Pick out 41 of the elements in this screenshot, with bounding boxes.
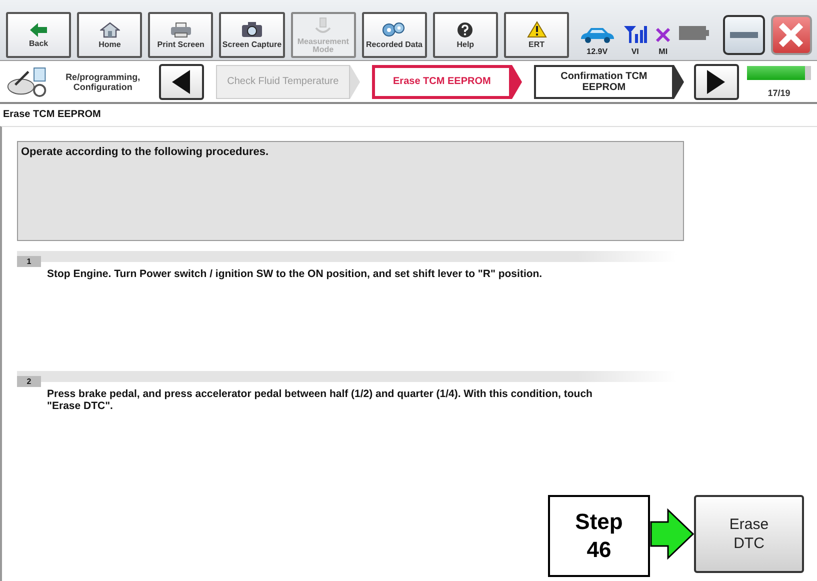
section-title: Re/programming, Configuration	[64, 72, 142, 92]
toolbar-button[interactable]: Print Screen	[148, 12, 214, 58]
arrow-right-icon	[650, 508, 694, 560]
toolbar-button[interactable]: Home	[77, 12, 142, 58]
progress-reading: 17/19	[768, 88, 790, 98]
status-label: MI	[658, 47, 668, 56]
cross-icon	[655, 27, 672, 43]
toolbar-button[interactable]: Recorded Data	[362, 12, 427, 58]
step-text: Stop Engine. Turn Power switch / ignition SW to the ON position, and set shift lever to "R" position.	[47, 268, 544, 280]
page-title: Erase TCM EEPROM	[2, 108, 102, 122]
minimize-button[interactable]	[723, 15, 765, 55]
triangle-right-icon	[707, 70, 726, 94]
erase-dtc-button[interactable]: Erase DTC	[694, 495, 804, 573]
signal-icon	[623, 25, 648, 43]
toolbar-button[interactable]: ERT	[504, 12, 570, 58]
status-label: VI	[631, 47, 639, 56]
close-icon	[778, 22, 804, 48]
warning-icon	[526, 21, 547, 38]
next-button[interactable]	[694, 64, 739, 100]
arrow-left-icon	[30, 22, 48, 36]
previous-button[interactable]	[158, 64, 204, 100]
camera-icon	[240, 21, 263, 38]
instruction-text: Operate according to the following procedures.	[17, 141, 684, 241]
step-callout: Step 46	[548, 495, 650, 577]
toolbar-button[interactable]: Screen Capture	[219, 12, 285, 58]
close-button[interactable]	[770, 15, 812, 55]
minimize-icon	[730, 32, 758, 38]
car-icon	[579, 27, 616, 43]
triangle-left-icon	[172, 70, 190, 94]
help-icon	[457, 22, 474, 38]
step-number: 1	[17, 256, 41, 267]
toolbar-button[interactable]: Back	[6, 12, 72, 58]
gears-icon	[382, 21, 406, 38]
step-text: Press brake pedal, and press accelerator pedal between half (1/2) and quarter (1/4). With this condition, touch "Erase DTC".	[47, 388, 594, 412]
toolbar-button[interactable]: Help	[432, 12, 498, 58]
step-number: 2	[17, 376, 41, 387]
meter-icon	[314, 16, 332, 34]
printer-icon	[170, 22, 192, 38]
battery-icon	[679, 26, 710, 40]
home-icon	[100, 22, 120, 38]
status-label: 12.9V	[586, 47, 608, 56]
